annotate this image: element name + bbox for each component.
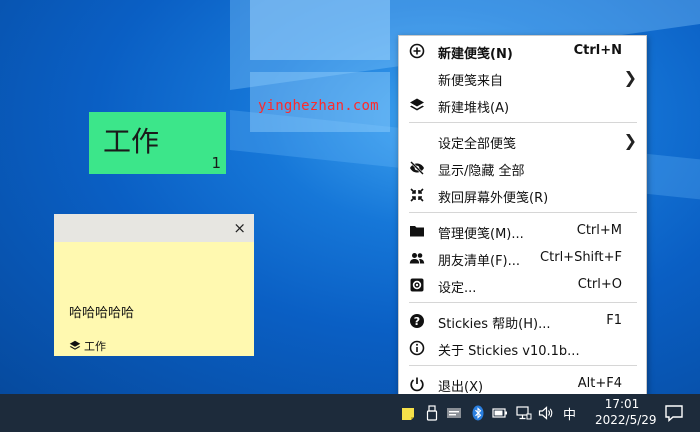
menu-item-label: 退出(X)	[438, 380, 484, 395]
ime-indicator[interactable]: 中	[563, 404, 581, 423]
menu-item-shortcut: F1	[606, 313, 622, 328]
context-menu: 新建便笺(N) Ctrl+N 新便笺来自 ❯ 新建堆栈(A) 设定全部便笺 ❯ …	[398, 35, 647, 397]
svg-text:?: ?	[414, 315, 420, 328]
stack-note-title: 工作	[103, 125, 160, 158]
menu-item-friends-list[interactable]: 朋友清单(F)... Ctrl+Shift+F	[399, 245, 646, 271]
menu-item-label: Stickies 帮助(H)...	[438, 317, 551, 332]
menu-item-about[interactable]: 关于 Stickies v10.1b...	[399, 335, 646, 361]
close-button[interactable]: ×	[233, 219, 246, 237]
taskbar: 中 17:01 2022/5/29	[0, 394, 700, 432]
help-icon: ?	[410, 314, 424, 328]
menu-item-label: 新建便笺(N)	[438, 47, 513, 62]
menu-item-rescue-offscreen[interactable]: 救回屏幕外便笺(R)	[399, 182, 646, 208]
menu-item-label: 设定...	[438, 281, 477, 296]
menu-separator	[409, 302, 637, 303]
stickies-icon[interactable]	[400, 405, 416, 421]
layers-icon	[69, 340, 81, 350]
menu-item-label: 新建堆栈(A)	[438, 101, 510, 116]
bluetooth-icon[interactable]	[470, 405, 486, 421]
sticky-note-stack[interactable]: 工作	[69, 338, 106, 354]
menu-item-show-hide-all[interactable]: 显示/隐藏 全部	[399, 155, 646, 181]
volume-icon[interactable]	[538, 405, 554, 421]
chevron-right-icon: ❯	[623, 68, 637, 87]
sticky-note-text[interactable]: 哈哈哈哈哈	[69, 302, 134, 321]
menu-item-label: 新便笺来自	[438, 74, 504, 89]
menu-item-shortcut: Ctrl+N	[573, 43, 622, 58]
menu-separator	[409, 365, 637, 366]
vm-icon[interactable]	[446, 405, 462, 421]
network-icon[interactable]	[516, 405, 532, 421]
watermark: yinghezhan.com	[258, 98, 379, 114]
menu-item-help[interactable]: ? Stickies 帮助(H)... F1	[399, 308, 646, 334]
usb-icon[interactable]	[424, 405, 440, 421]
menu-item-shortcut: Ctrl+Shift+F	[540, 250, 622, 265]
sticky-note[interactable]: × 哈哈哈哈哈 工作	[54, 214, 254, 356]
menu-item-label: 显示/隐藏 全部	[438, 164, 525, 179]
collapse-icon	[410, 188, 424, 202]
menu-item-new-stack[interactable]: 新建堆栈(A)	[399, 92, 646, 118]
users-icon	[409, 253, 425, 264]
power-icon	[410, 377, 424, 392]
menu-item-set-all-notes[interactable]: 设定全部便笺 ❯	[399, 128, 646, 154]
eye-off-icon	[410, 161, 424, 175]
clock-time: 17:01	[604, 397, 640, 411]
menu-separator	[409, 212, 637, 213]
gear-icon	[410, 278, 424, 292]
sticky-note-stack-label: 工作	[84, 340, 106, 353]
stack-note-count: 1	[211, 154, 221, 172]
info-icon	[409, 340, 425, 356]
menu-item-label: 救回屏幕外便笺(R)	[438, 191, 549, 206]
menu-item-label: 关于 Stickies v10.1b...	[438, 344, 580, 359]
notification-icon[interactable]	[664, 403, 684, 423]
menu-item-new-note[interactable]: 新建便笺(N) Ctrl+N	[399, 38, 646, 64]
menu-item-new-note-from[interactable]: 新便笺来自 ❯	[399, 65, 646, 91]
stack-note[interactable]: 工作 1	[89, 112, 226, 174]
menu-item-settings[interactable]: 设定... Ctrl+O	[399, 272, 646, 298]
layers-icon	[410, 98, 424, 111]
menu-item-label: 朋友清单(F)...	[438, 254, 521, 269]
chevron-right-icon: ❯	[623, 131, 637, 150]
battery-icon[interactable]	[492, 405, 508, 421]
plus-circle-icon	[409, 43, 425, 59]
window-logo-pane	[250, 0, 390, 60]
folder-icon	[410, 226, 424, 237]
clock-date: 2022/5/29	[595, 413, 657, 427]
menu-item-shortcut: Alt+F4	[577, 376, 622, 391]
menu-item-shortcut: Ctrl+M	[576, 223, 622, 238]
menu-item-manage-notes[interactable]: 管理便笺(M)... Ctrl+M	[399, 218, 646, 244]
clock[interactable]: 17:01 2022/5/29	[595, 396, 657, 428]
menu-separator	[409, 122, 637, 123]
sticky-note-titlebar[interactable]: ×	[54, 214, 254, 242]
menu-item-label: 管理便笺(M)...	[438, 227, 524, 242]
menu-item-shortcut: Ctrl+O	[577, 277, 622, 292]
menu-item-label: 设定全部便笺	[438, 137, 517, 152]
